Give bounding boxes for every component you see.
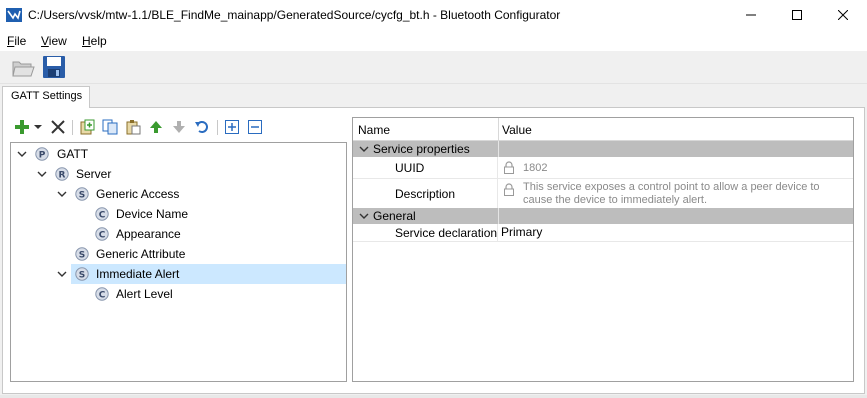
node-label: Appearance	[116, 227, 181, 241]
property-name: Description	[395, 187, 456, 201]
characteristic-badge-icon: C	[95, 227, 109, 241]
property-value-dropdown[interactable]: Primary	[501, 226, 542, 239]
svg-text:S: S	[79, 251, 85, 261]
profile-badge-icon: P	[35, 147, 49, 161]
open-button[interactable]	[10, 54, 36, 80]
property-grid: Name Value Service properties UUID 1802 …	[352, 117, 854, 382]
characteristic-badge-icon: C	[95, 207, 109, 221]
column-divider[interactable]	[498, 118, 499, 140]
tree-node-appearance[interactable]: C Appearance	[11, 224, 346, 244]
property-row-description[interactable]: Description This service exposes a contr…	[353, 179, 853, 209]
tree-node-device-name[interactable]: C Device Name	[11, 204, 346, 224]
move-down-icon[interactable]	[171, 119, 187, 135]
menu-bar: File View Help	[0, 30, 867, 51]
tree-node-immediate-alert[interactable]: S Immediate Alert	[71, 264, 346, 284]
property-name: Service declaration	[395, 226, 498, 240]
title-bar: C:/Users/vvsk/mtw-1.1/BLE_FindMe_mainapp…	[0, 0, 867, 30]
maximize-button[interactable]	[774, 0, 820, 30]
property-name: UUID	[395, 161, 425, 175]
save-disk-icon	[43, 56, 65, 78]
service-badge-icon: S	[75, 267, 89, 281]
expand-all-icon[interactable]	[224, 119, 240, 135]
chevron-down-icon[interactable]	[36, 168, 48, 180]
node-label: Alert Level	[116, 287, 173, 301]
chevron-down-icon[interactable]	[56, 188, 68, 200]
main-toolbar	[0, 51, 867, 84]
tab-label: GATT Settings	[11, 90, 83, 102]
property-value-line-1: This service exposes a control point to …	[523, 181, 820, 193]
svg-text:R: R	[59, 171, 66, 181]
chevron-down-icon[interactable]	[358, 210, 370, 222]
column-header-name[interactable]: Name	[358, 123, 390, 137]
menu-help[interactable]: Help	[82, 34, 107, 48]
lock-icon	[504, 183, 514, 196]
copy-icon[interactable]	[102, 119, 118, 135]
service-badge-icon: S	[75, 187, 89, 201]
svg-text:S: S	[79, 191, 85, 201]
svg-text:P: P	[39, 151, 46, 161]
tree-node-generic-access[interactable]: S Generic Access	[11, 184, 346, 204]
chevron-down-icon[interactable]	[358, 143, 370, 155]
add-dropdown-icon[interactable]	[33, 119, 43, 135]
move-up-icon[interactable]	[148, 119, 164, 135]
lock-icon	[504, 161, 514, 174]
bluetooth-configurator-app-icon	[6, 8, 22, 22]
node-label: Generic Attribute	[96, 247, 186, 261]
delete-icon[interactable]	[50, 119, 66, 135]
add-icon[interactable]	[14, 119, 30, 135]
minimize-icon	[746, 14, 756, 16]
property-value-line-2: cause the device to immediately alert.	[523, 194, 708, 206]
property-row-service-declaration[interactable]: Service declaration Primary	[353, 224, 853, 242]
node-label: Generic Access	[96, 187, 180, 201]
close-button[interactable]	[820, 0, 866, 30]
save-button[interactable]	[41, 54, 67, 80]
tree-node-generic-attribute[interactable]: S Generic Attribute	[11, 244, 346, 264]
column-header-value[interactable]: Value	[502, 123, 532, 137]
paste-special-icon[interactable]	[79, 119, 95, 135]
category-general[interactable]: General	[353, 208, 853, 224]
minimize-button[interactable]	[728, 0, 774, 30]
open-folder-icon	[12, 61, 35, 77]
window-title: C:/Users/vvsk/mtw-1.1/BLE_FindMe_mainapp…	[28, 8, 561, 22]
maximize-icon	[792, 10, 802, 20]
tree-node-server[interactable]: R Server	[11, 164, 346, 184]
toolbar-separator	[217, 120, 218, 135]
category-label: General	[373, 209, 416, 223]
chevron-down-icon[interactable]	[56, 268, 68, 280]
undo-icon[interactable]	[194, 119, 210, 135]
menu-view[interactable]: View	[41, 34, 67, 48]
role-badge-icon: R	[55, 167, 69, 181]
node-label: Immediate Alert	[96, 267, 180, 281]
svg-text:S: S	[79, 271, 85, 281]
property-name-cell	[353, 157, 498, 178]
svg-text:C: C	[99, 211, 106, 221]
collapse-all-icon[interactable]	[247, 119, 263, 135]
toolbar-separator	[72, 120, 73, 135]
svg-text:C: C	[99, 231, 106, 241]
tree-node-alert-level[interactable]: C Alert Level	[11, 284, 346, 304]
service-badge-icon: S	[75, 247, 89, 261]
node-label: GATT	[57, 147, 89, 161]
tab-gatt-settings[interactable]: GATT Settings	[2, 86, 90, 108]
category-divider	[498, 208, 499, 224]
chevron-down-icon[interactable]	[16, 148, 28, 160]
node-label: Server	[76, 167, 112, 181]
paste-icon[interactable]	[125, 119, 141, 135]
node-label: Device Name	[116, 207, 189, 221]
property-value: 1802	[523, 162, 548, 174]
svg-text:C: C	[99, 291, 106, 301]
category-label: Service properties	[373, 142, 470, 156]
category-service-properties[interactable]: Service properties	[353, 141, 853, 157]
tree-node-gatt[interactable]: P GATT	[11, 144, 346, 164]
gatt-tree[interactable]: P GATT R Server S Generic Access C Devic…	[10, 142, 347, 382]
menu-file[interactable]: File	[7, 34, 26, 48]
category-divider	[498, 141, 499, 157]
close-icon	[838, 10, 848, 20]
characteristic-badge-icon: C	[95, 287, 109, 301]
property-row-uuid[interactable]: UUID 1802	[353, 157, 853, 179]
